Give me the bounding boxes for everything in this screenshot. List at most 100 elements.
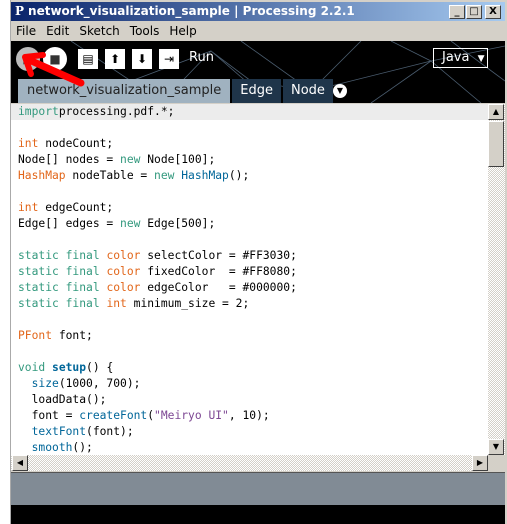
code-token: nodeTable = [65,169,155,182]
code-token: int [18,137,39,150]
code-token: new [154,169,175,182]
console-area [11,505,505,524]
vertical-scrollbar[interactable]: ▲ ▼ [488,104,505,455]
code-token: Node[] nodes = [18,153,121,166]
code-line: static final color edgeColor = #000000; [11,280,488,296]
code-token: static final [18,265,100,278]
scroll-down-icon[interactable]: ▼ [488,439,504,455]
code-token: new [120,217,141,230]
menu-bar: File Edit Sketch Tools Help [11,21,202,41]
code-line: HashMap nodeTable = new HashMap(); [11,168,488,184]
code-token: fixedColor = #FF8080; [140,265,297,278]
code-token: int [18,201,39,214]
code-token: (font); [86,425,134,438]
menu-sketch[interactable]: Sketch [74,21,124,41]
code-token: processing.pdf.*; [58,105,175,118]
code-token: "Meiryo UI" [154,409,229,422]
code-line: static final color fixedColor = #FF8080; [11,264,488,280]
code-token: Edge[500]; [140,217,216,230]
menu-file[interactable]: File [11,21,41,41]
code-line: size(1000, 700); [11,376,488,392]
code-token: (1000, 700); [58,377,141,390]
menu-edit[interactable]: Edit [41,21,74,41]
code-token: loadData(); [18,393,107,406]
code-line: importprocessing.pdf.*; [11,104,488,120]
message-area [11,472,505,505]
save-icon[interactable]: ⬇ [132,49,152,69]
code-token: import [18,105,59,118]
horizontal-scrollbar[interactable]: ◀ ▶ [11,455,488,471]
code-token: static final [18,281,100,294]
code-token: edgeColor = #000000; [140,281,297,294]
code-token: nodeCount; [38,137,114,150]
chevron-down-icon: ▼ [477,54,485,64]
mode-label: Java [442,50,470,65]
scroll-thumb[interactable] [488,121,504,167]
maximize-button[interactable]: □ [466,5,482,19]
code-line: static final int minimum_size = 2; [11,296,488,312]
code-token: size [31,377,59,390]
run-label: Run [189,50,214,65]
code-line: Node[] nodes = new Node[100]; [11,152,488,168]
scroll-right-icon[interactable]: ▶ [472,455,488,471]
code-token: , 10); [228,409,270,422]
code-line: static final color selectColor = #FF3030… [11,248,488,264]
open-icon[interactable]: ⬆ [105,49,125,69]
mode-selector[interactable]: Java ▼ [433,48,488,68]
code-token: PFont [18,329,53,342]
code-token: Node[100]; [140,153,216,166]
code-line: int nodeCount; [11,136,488,152]
code-line: PFont font; [11,328,488,344]
code-line: Edge[] edges = new Edge[500]; [11,216,488,232]
code-token: smooth [31,441,73,454]
code-token: new [120,153,141,166]
code-token: createFont [79,409,148,422]
processing-app-icon: P [15,4,25,18]
code-token: (); [72,441,93,454]
code-token: color [106,265,141,278]
code-token: font; [52,329,93,342]
code-token: HashMap [181,169,229,182]
menu-help[interactable]: Help [164,21,201,41]
red-arrow-annotation-icon [22,52,85,87]
toolbar: ▶ ■ ▤ ⬆ ⬇ ⇥ Run Java ▼ network_visualiza… [11,41,505,103]
code-token: font = [18,409,80,422]
scroll-left-icon[interactable]: ◀ [12,455,28,471]
tab-edge[interactable]: Edge [232,79,281,103]
code-line: font = createFont("Meiryo UI", 10); [11,408,488,424]
tab-menu-icon[interactable]: ▼ [333,84,347,98]
code-token: textFont [31,425,87,438]
code-token: void [18,361,46,374]
code-token: setup [52,361,87,374]
code-token: () { [86,361,114,374]
code-line: loadData(); [11,392,488,408]
code-token: int [106,297,127,310]
minimize-button[interactable]: _ [449,5,465,19]
menu-tools[interactable]: Tools [125,21,165,41]
code-token: color [106,281,141,294]
processing-window: Pnetwork_visualization_sample | Processi… [10,0,507,524]
code-line: int edgeCount; [11,200,488,216]
tab-node[interactable]: Node [282,79,333,103]
export-icon[interactable]: ⇥ [159,49,179,69]
window-title: network_visualization_sample | Processin… [28,4,355,18]
code-token: color [106,249,141,262]
scroll-up-icon[interactable]: ▲ [488,104,504,120]
code-editor[interactable]: importprocessing.pdf.*; int nodeCount; No… [11,104,488,455]
code-token: static final [18,297,100,310]
code-token: static final [18,249,100,262]
code-token: Edge[] edges = [18,217,121,230]
code-line: smooth(); [11,440,488,455]
code-token: selectColor = #FF3030; [140,249,297,262]
code-line: void setup() { [11,360,488,376]
close-button[interactable]: X [485,5,501,19]
